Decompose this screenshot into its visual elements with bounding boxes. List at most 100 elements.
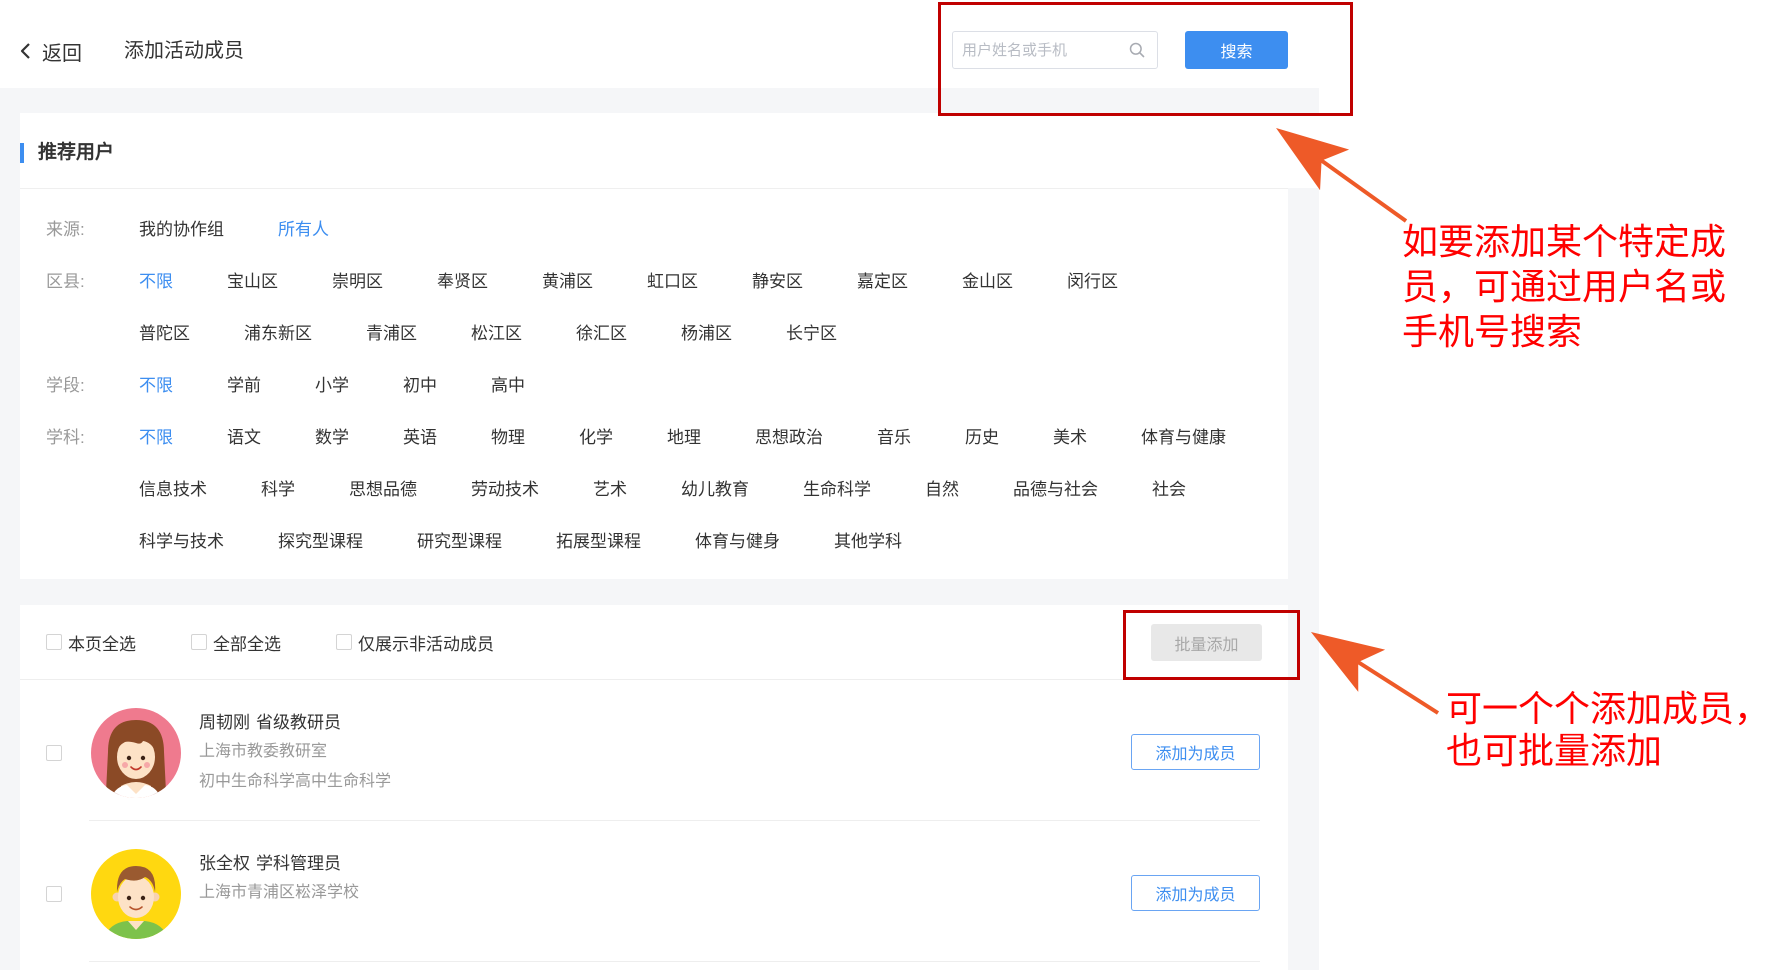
subject-option[interactable]: 思想政治 — [755, 412, 823, 464]
subject-option[interactable]: 历史 — [965, 412, 999, 464]
filter-stage: 学段: 不限 学前 小学 初中 高中 — [46, 360, 1259, 412]
member-name-line: 张全权 学科管理员 — [199, 849, 359, 878]
search-highlight-box — [938, 2, 1353, 116]
member-checkbox[interactable] — [46, 886, 62, 902]
subject-option[interactable]: 地理 — [667, 412, 701, 464]
select-page-label: 本页全选 — [68, 634, 136, 654]
stage-option[interactable]: 学前 — [227, 360, 261, 412]
select-page-checkbox[interactable] — [46, 634, 62, 650]
district-option[interactable]: 松江区 — [471, 308, 522, 360]
subject-option[interactable]: 语文 — [227, 412, 261, 464]
filter-options: 不限 宝山区 崇明区 奉贤区 黄浦区 虹口区 静安区 嘉定区 金山区 闵行区普陀区 浦东新区 青浦区 松… — [139, 256, 1259, 360]
filter-list: 来源: 我的协作组 所有人 区县: 不限 宝山区 崇明区 奉贤区 黄浦区 虹口区 静安区 嘉定区… — [46, 204, 1259, 568]
member-info: 张全权 学科管理员 上海市青浦区崧泽学校 — [199, 849, 359, 908]
subject-option[interactable]: 幼儿教育 — [681, 464, 749, 516]
annotation-line: 员，可通过用户名或 — [1402, 267, 1727, 308]
member-org: 上海市青浦区崧泽学校 — [199, 884, 360, 901]
subject-option[interactable]: 美术 — [1053, 412, 1087, 464]
subject-option[interactable]: 拓展型课程 — [556, 516, 641, 568]
select-page-option[interactable]: 本页全选 — [46, 630, 136, 655]
filter-options: 我的协作组 所有人 — [139, 204, 1259, 256]
row-divider — [89, 961, 1260, 962]
add-member-button[interactable]: 添加为成员 — [1131, 875, 1260, 911]
filter-panel: 来源: 我的协作组 所有人 区县: 不限 宝山区 崇明区 奉贤区 黄浦区 虹口区 静安区 嘉定区… — [20, 188, 1288, 579]
subject-option[interactable]: 音乐 — [877, 412, 911, 464]
annotation-line: 如要添加某个特定成 — [1402, 222, 1727, 263]
boy-avatar-icon — [91, 849, 181, 939]
stage-option[interactable]: 不限 — [139, 360, 173, 412]
district-option[interactable]: 杨浦区 — [681, 308, 732, 360]
subject-option[interactable]: 不限 — [139, 412, 173, 464]
district-option[interactable]: 金山区 — [962, 256, 1013, 308]
subject-option[interactable]: 研究型课程 — [417, 516, 502, 568]
only-inactive-option[interactable]: 仅展示非活动成员 — [336, 630, 494, 655]
subject-option[interactable]: 生命科学 — [803, 464, 871, 516]
member-checkbox[interactable] — [46, 745, 62, 761]
subject-option[interactable]: 劳动技术 — [471, 464, 539, 516]
subject-option[interactable]: 艺术 — [593, 464, 627, 516]
district-option[interactable]: 嘉定区 — [857, 256, 908, 308]
subject-option[interactable]: 科学与技术 — [139, 516, 224, 568]
subject-option[interactable]: 化学 — [579, 412, 613, 464]
district-option[interactable]: 宝山区 — [227, 256, 278, 308]
district-option[interactable]: 青浦区 — [366, 308, 417, 360]
select-all-checkbox[interactable] — [191, 634, 207, 650]
subject-option[interactable]: 英语 — [403, 412, 437, 464]
member-list-panel: 本页全选 全部全选 仅展示非活动成员 批量添加 周韧刚 省级教研员 上海市教委教… — [20, 605, 1288, 970]
subject-option[interactable]: 信息技术 — [139, 464, 207, 516]
filter-options: 不限 学前 小学 初中 高中 — [139, 360, 1259, 412]
select-all-option[interactable]: 全部全选 — [191, 630, 281, 655]
stage-option[interactable]: 小学 — [315, 360, 349, 412]
subject-option[interactable]: 体育与健身 — [695, 516, 780, 568]
district-option[interactable]: 静安区 — [752, 256, 803, 308]
filter-subject: 学科: 不限 语文 数学 英语 物理 化学 地理 思想政治 音乐 历史 美术 体育与健康信息技术 科学 思… — [46, 412, 1259, 568]
filter-label: 学科: — [46, 428, 85, 447]
back-label: 返回 — [42, 42, 82, 65]
only-inactive-checkbox[interactable] — [336, 634, 352, 650]
district-option[interactable]: 崇明区 — [332, 256, 383, 308]
district-option[interactable]: 徐汇区 — [576, 308, 627, 360]
source-option[interactable]: 所有人 — [278, 204, 329, 256]
district-option[interactable]: 长宁区 — [786, 308, 837, 360]
subject-option[interactable]: 其他学科 — [834, 516, 902, 568]
list-item: 周韧刚 省级教研员 上海市教委教研室 初中生命科学高中生命科学 添加为成员 — [20, 680, 1288, 821]
subject-option[interactable]: 品德与社会 — [1013, 464, 1098, 516]
source-option[interactable]: 我的协作组 — [139, 204, 224, 256]
member-name: 周韧刚 — [199, 713, 250, 732]
subject-option[interactable]: 科学 — [261, 464, 295, 516]
member-role: 学科管理员 — [256, 854, 341, 873]
subject-option[interactable]: 社会 — [1152, 464, 1186, 516]
chevron-left-icon — [20, 43, 30, 59]
district-option[interactable]: 浦东新区 — [244, 308, 312, 360]
subject-option[interactable]: 数学 — [315, 412, 349, 464]
annotation-add-tip: 可一个个添加成员， 也可批量添加 — [1446, 689, 1770, 773]
section-title: 推荐用户 — [38, 142, 115, 163]
district-option[interactable]: 不限 — [139, 256, 173, 308]
district-option[interactable]: 普陀区 — [139, 308, 190, 360]
subject-option[interactable]: 自然 — [925, 464, 959, 516]
district-option[interactable]: 闵行区 — [1067, 256, 1118, 308]
member-subjects: 初中生命科学高中生命科学 — [199, 773, 392, 790]
stage-option[interactable]: 高中 — [491, 360, 525, 412]
add-member-button[interactable]: 添加为成员 — [1131, 734, 1260, 770]
batch-add-highlight-box — [1123, 610, 1300, 680]
member-org: 上海市教委教研室 — [199, 743, 328, 760]
list-toolbar: 本页全选 全部全选 仅展示非活动成员 — [20, 605, 1288, 680]
subject-option[interactable]: 探究型课程 — [278, 516, 363, 568]
district-option[interactable]: 虹口区 — [647, 256, 698, 308]
recommend-header: 推荐用户 — [20, 113, 1319, 188]
stage-option[interactable]: 初中 — [403, 360, 437, 412]
subject-option[interactable]: 体育与健康 — [1141, 412, 1226, 464]
district-option[interactable]: 奉贤区 — [437, 256, 488, 308]
filter-label: 区县: — [46, 272, 85, 291]
back-button[interactable]: 返回 — [19, 34, 82, 68]
list-item: 张全权 学科管理员 上海市青浦区崧泽学校 添加为成员 — [20, 821, 1288, 962]
subject-option[interactable]: 思想品德 — [349, 464, 417, 516]
annotation-line: 可一个个添加成员， — [1446, 689, 1771, 730]
district-option[interactable]: 黄浦区 — [542, 256, 593, 308]
girl-avatar-icon — [91, 708, 181, 798]
filter-options: 不限 语文 数学 英语 物理 化学 地理 思想政治 音乐 历史 美术 体育与健康信息技术 科学 思想品德 劳… — [139, 412, 1259, 568]
filter-label: 学段: — [46, 376, 85, 395]
subject-option[interactable]: 物理 — [491, 412, 525, 464]
section-accent-bar — [20, 143, 24, 163]
